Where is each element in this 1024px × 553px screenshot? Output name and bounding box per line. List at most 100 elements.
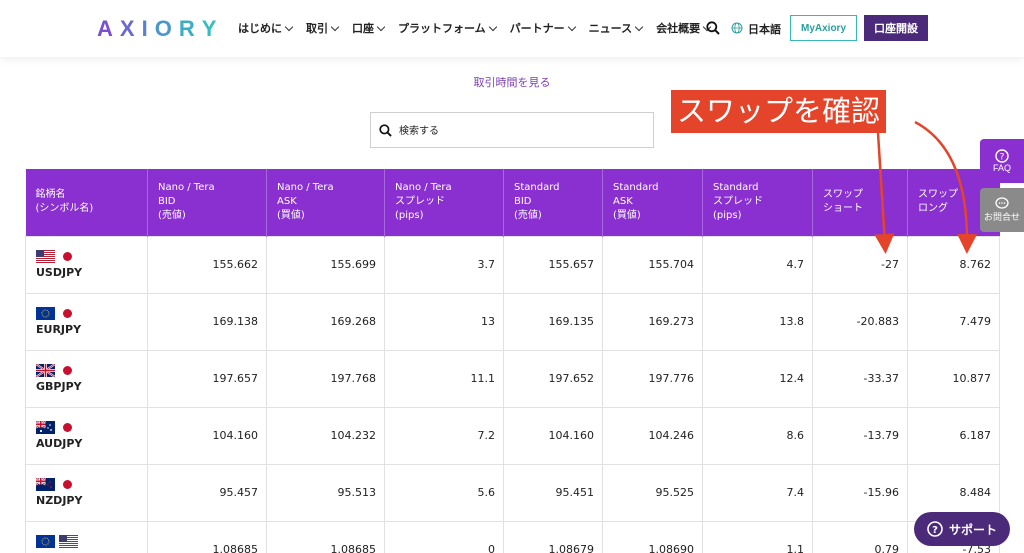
table-row[interactable]: EURJPY 169.138 169.268 13 169.135 169.273 13.8…: [25, 292, 1000, 351]
au-flag-icon: [36, 421, 55, 434]
value-cell: 169.268: [266, 292, 385, 351]
nav-item[interactable]: 口座: [352, 20, 386, 36]
flags: [36, 535, 139, 548]
flags: [36, 307, 139, 320]
value-cell: 155.662: [147, 235, 267, 294]
value-cell: 12.4: [702, 349, 813, 408]
support-button[interactable]: ? サポート: [914, 512, 1010, 546]
table-row[interactable]: AUDJPY 104.160 104.232 7.2 104.160 104.246 8.6…: [25, 406, 1000, 465]
site-header: AXIORY はじめに 取引 口座 プラットフォーム パートナー ニュース 会社概要 日本語…: [0, 0, 1024, 57]
value-cell: 95.451: [503, 463, 603, 522]
question-icon: ?: [995, 149, 1009, 163]
column-header: Nano / Tera BID (売値): [147, 169, 267, 236]
chevron-down-icon: [376, 22, 386, 31]
search-box: [370, 112, 654, 148]
value-cell: 7.2: [384, 406, 504, 465]
symbol-cell: GBPJPY: [25, 349, 148, 408]
value-cell: 0.79: [812, 520, 908, 553]
support-label: サポート: [948, 522, 997, 537]
value-cell: 104.160: [147, 406, 267, 465]
value-cell: 1.08690: [602, 520, 703, 553]
column-header: Standard BID (売値): [503, 169, 603, 236]
value-cell: 197.657: [147, 349, 267, 408]
table-row[interactable]: EURUSD1.086851.0868501.086791.086901.10.…: [25, 520, 1000, 553]
value-cell: 169.273: [602, 292, 703, 351]
column-header: Nano / Tera ASK (買値): [266, 169, 385, 236]
value-cell: 5.6: [384, 463, 504, 522]
value-cell: 155.704: [602, 235, 703, 294]
us-flag-icon: [59, 535, 78, 548]
value-cell: 197.652: [503, 349, 603, 408]
faq-tab[interactable]: ? FAQ: [980, 139, 1024, 183]
symbol-cell: EURUSD: [25, 520, 148, 553]
value-cell: -13.79: [812, 406, 908, 465]
nav-item[interactable]: はじめに: [238, 20, 294, 36]
column-header: Standard ASK (買値): [602, 169, 703, 236]
globe-icon[interactable]: [731, 22, 743, 34]
value-cell: 95.525: [602, 463, 703, 522]
value-cell: 169.138: [147, 292, 267, 351]
value-cell: 13.8: [702, 292, 813, 351]
search-icon: [379, 124, 392, 137]
value-cell: 11.1: [384, 349, 504, 408]
value-cell: 104.246: [602, 406, 703, 465]
nav-item-label: 取引: [306, 22, 328, 35]
us-flag-icon: [36, 250, 55, 263]
value-cell: 10.877: [907, 349, 1000, 408]
value-cell: -27: [812, 235, 908, 294]
value-cell: 0: [384, 520, 504, 553]
value-cell: 169.135: [503, 292, 603, 351]
nav-item[interactable]: プラットフォーム: [398, 20, 497, 36]
contact-label: お問合せ: [983, 213, 1020, 223]
table-row[interactable]: NZDJPY 95.457 95.513 5.6 95.451 95.525 7.4 -15.…: [25, 463, 1000, 522]
value-cell: 6.187: [907, 406, 1000, 465]
value-cell: 104.232: [266, 406, 385, 465]
nz-flag-icon: [36, 478, 55, 491]
value-cell: 197.776: [602, 349, 703, 408]
eu-flag-icon: [36, 307, 55, 320]
jp-flag-icon: [63, 423, 72, 432]
nav-item-label: 口座: [352, 22, 374, 35]
nav-item[interactable]: ニュース: [589, 20, 644, 36]
column-header: スワップ ショート: [812, 169, 908, 236]
jp-flag-icon: [63, 252, 72, 261]
nav-item[interactable]: パートナー: [509, 20, 576, 36]
nav-item-label: パートナー: [509, 22, 565, 35]
flags: [36, 421, 139, 434]
search-input[interactable]: [399, 121, 639, 141]
symbol-cell: AUDJPY: [25, 406, 148, 465]
table-row[interactable]: GBPJPY 197.657 197.768 11.1 197.652 197.776 12…: [25, 349, 1000, 408]
value-cell: 13: [384, 292, 504, 351]
symbol-name: EURJPY: [36, 323, 82, 336]
value-cell: 155.699: [266, 235, 385, 294]
myaxiory-button[interactable]: MyAxiory: [790, 15, 857, 41]
table-row[interactable]: USDJPY 155.662 155.699 3.7 155.657 155.704 4.7…: [25, 235, 1000, 294]
jp-flag-icon: [63, 480, 72, 489]
symbol-name: NZDJPY: [36, 494, 83, 507]
value-cell: 7.479: [907, 292, 1000, 351]
jp-flag-icon: [63, 309, 72, 318]
svg-text:?: ?: [932, 525, 938, 536]
value-cell: -20.883: [812, 292, 908, 351]
flags: [36, 364, 139, 377]
chevron-down-icon: [284, 22, 294, 31]
open-account-button[interactable]: 口座開設: [864, 15, 928, 41]
symbol-cell: USDJPY: [25, 235, 148, 294]
search-icon[interactable]: [706, 21, 720, 35]
value-cell: 155.657: [503, 235, 603, 294]
nav-item[interactable]: 取引: [306, 20, 340, 36]
quotes-table: 銘柄名 (シンボル名) Nano / Tera BID (売値) Nano / Te…: [25, 169, 1000, 553]
language-selector[interactable]: 日本語: [748, 21, 781, 37]
chevron-down-icon: [330, 22, 340, 31]
value-cell: 1.08685: [266, 520, 385, 553]
chevron-down-icon: [488, 22, 497, 31]
nav-item-label: プラットフォーム: [398, 22, 486, 35]
main-nav: はじめに 取引 口座 プラットフォーム パートナー ニュース 会社概要: [238, 20, 724, 36]
value-cell: 8.762: [907, 235, 1000, 294]
trade-hours-link[interactable]: 取引時間を見る: [0, 74, 1024, 90]
axiory-logo[interactable]: AXIORY: [97, 16, 223, 42]
symbol-name: GBPJPY: [36, 380, 82, 393]
nav-item[interactable]: 会社概要: [656, 20, 712, 36]
column-header: Standard スプレッド (pips): [702, 169, 813, 236]
contact-tab[interactable]: お問合せ: [980, 188, 1024, 232]
